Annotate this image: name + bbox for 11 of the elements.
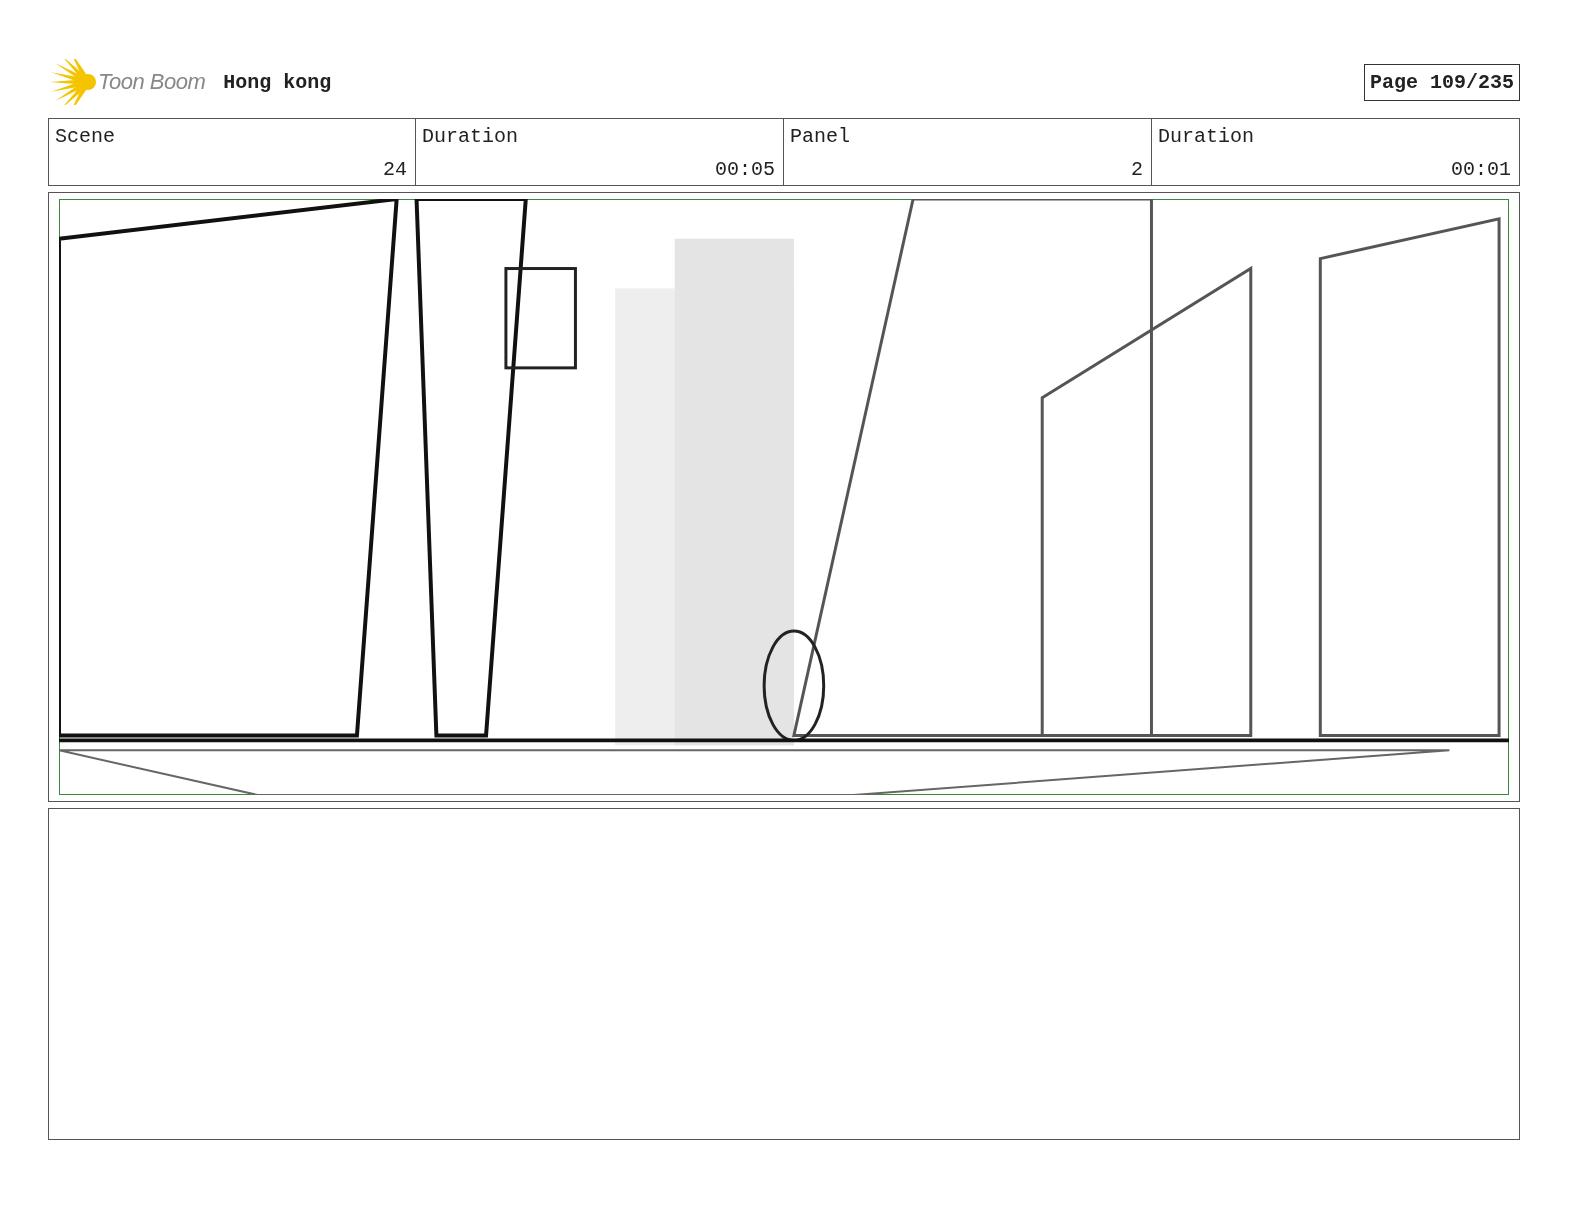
- logo-text: Toon Boom: [98, 69, 206, 95]
- field-label: Duration: [1158, 125, 1255, 148]
- field-label: Duration: [422, 125, 519, 148]
- field-value: 00:01: [1450, 158, 1511, 181]
- field-value: 00:05: [714, 158, 775, 181]
- field-value: 24: [382, 158, 407, 181]
- field-value: 2: [1130, 158, 1143, 181]
- project-title: Hong kong: [223, 70, 332, 94]
- page-number: Page 109/235: [1363, 63, 1520, 101]
- field-label: Scene: [55, 125, 116, 148]
- field-label: Panel: [790, 125, 851, 148]
